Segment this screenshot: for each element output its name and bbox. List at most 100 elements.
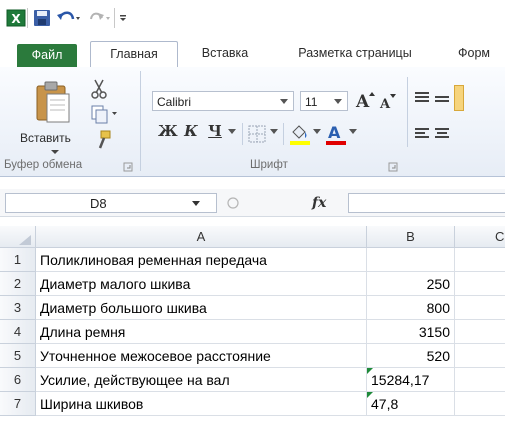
cell-b3[interactable]: 800 <box>367 296 455 320</box>
svg-text:X: X <box>11 12 21 26</box>
underline-dropdown-icon[interactable] <box>228 129 236 135</box>
cell-a5[interactable]: Уточненное межосевое расстояние <box>36 344 367 368</box>
font-name-value: Calibri <box>157 95 192 109</box>
svg-text:A: A <box>328 123 341 142</box>
cell-c6[interactable] <box>455 368 505 392</box>
column-header-c[interactable]: C <box>455 226 505 248</box>
undo-icon[interactable] <box>56 9 82 27</box>
cell-a4[interactable]: Длина ремня <box>36 320 367 344</box>
chevron-down-icon <box>280 99 288 104</box>
align-middle-icon[interactable] <box>434 92 450 108</box>
svg-text:A: A <box>379 97 391 111</box>
wrap-text-button[interactable] <box>454 85 464 111</box>
cell-b2[interactable]: 250 <box>367 272 455 296</box>
underline-button[interactable]: Ч <box>206 122 224 140</box>
spreadsheet-grid: A B C 1 Поликлиновая ременная передача 2… <box>0 226 505 441</box>
cell-a6[interactable]: Усилие, действующее на вал <box>36 368 367 392</box>
select-all-corner[interactable] <box>0 226 36 248</box>
svg-text:A: A <box>355 92 370 111</box>
formula-input[interactable] <box>348 193 505 213</box>
name-box-value: D8 <box>90 196 107 211</box>
cell-b1[interactable] <box>367 248 455 272</box>
divider <box>283 123 284 145</box>
align-left-icon[interactable] <box>414 126 430 142</box>
tab-formulas[interactable]: Форм <box>458 41 505 67</box>
cell-c7[interactable] <box>455 392 505 416</box>
cell-b7-value: 47,8 <box>371 396 399 412</box>
font-color-dropdown-icon[interactable] <box>349 129 357 135</box>
font-color-icon[interactable]: A <box>325 122 347 146</box>
quick-access-toolbar: X <box>0 0 505 34</box>
tab-page-layout[interactable]: Разметка страницы <box>285 41 425 67</box>
bold-button[interactable]: Ж <box>158 122 178 140</box>
font-size-select[interactable]: 11 <box>300 91 348 111</box>
borders-icon[interactable] <box>248 125 268 143</box>
qat-divider <box>114 8 115 28</box>
redo-icon[interactable] <box>86 9 112 27</box>
align-top-icon[interactable] <box>414 90 430 106</box>
cell-c5[interactable] <box>455 344 505 368</box>
cell-b5[interactable]: 520 <box>367 344 455 368</box>
error-indicator-icon <box>367 368 373 374</box>
increase-font-size-icon[interactable]: A <box>354 89 376 111</box>
excel-logo-icon[interactable]: X <box>6 9 26 27</box>
cell-b6-value: 15284,17 <box>371 372 430 388</box>
row-header[interactable]: 5 <box>0 344 36 368</box>
paste-dropdown-icon[interactable] <box>50 149 60 155</box>
paste-icon[interactable] <box>33 80 73 124</box>
decrease-font-size-icon[interactable]: A <box>378 91 398 111</box>
fill-color-dropdown-icon[interactable] <box>313 129 321 135</box>
select-all-icon <box>19 235 31 245</box>
clipboard-group-label: Буфер обмена <box>4 159 83 171</box>
format-painter-icon[interactable] <box>92 130 112 150</box>
insert-function-button[interactable]: fx <box>312 193 340 213</box>
column-header-a[interactable]: A <box>36 226 367 248</box>
cell-a7[interactable]: Ширина шкивов <box>36 392 367 416</box>
cell-c1[interactable] <box>455 248 505 272</box>
fill-color-icon[interactable] <box>289 122 311 146</box>
column-header-b[interactable]: B <box>367 226 455 248</box>
clipboard-launcher-icon[interactable] <box>123 162 133 172</box>
formula-bar: D8 fx <box>0 189 505 217</box>
cell-b6[interactable]: 15284,17 <box>367 368 455 392</box>
row-header[interactable]: 1 <box>0 248 36 272</box>
row-header[interactable]: 2 <box>0 272 36 296</box>
borders-dropdown-icon[interactable] <box>270 129 278 135</box>
group-separator <box>140 71 141 171</box>
copy-icon[interactable] <box>90 104 118 124</box>
error-indicator-icon <box>367 392 373 398</box>
row-header[interactable]: 7 <box>0 392 36 416</box>
row-header[interactable]: 4 <box>0 320 36 344</box>
group-separator <box>407 77 408 147</box>
italic-button[interactable]: К <box>182 122 200 140</box>
tab-file[interactable]: Файл <box>17 44 77 67</box>
font-name-select[interactable]: Calibri <box>152 91 294 111</box>
chevron-down-icon <box>334 99 342 104</box>
cell-a2[interactable]: Диаметр малого шкива <box>36 272 367 296</box>
tab-insert[interactable]: Вставка <box>190 41 260 67</box>
paste-button[interactable]: Вставить <box>20 131 71 145</box>
row-header[interactable]: 3 <box>0 296 36 320</box>
save-icon[interactable] <box>33 9 51 27</box>
row-header[interactable]: 6 <box>0 368 36 392</box>
name-box[interactable]: D8 <box>5 193 217 213</box>
font-size-value: 11 <box>305 95 318 109</box>
cell-b4[interactable]: 3150 <box>367 320 455 344</box>
ribbon-home: Вставить Буфер обмена Calibri 11 A A Ж К… <box>0 67 505 177</box>
font-launcher-icon[interactable] <box>388 162 398 172</box>
cell-c3[interactable] <box>455 296 505 320</box>
divider <box>242 123 243 145</box>
cell-b7[interactable]: 47,8 <box>367 392 455 416</box>
chevron-down-icon <box>192 201 200 206</box>
align-center-icon[interactable] <box>434 126 450 142</box>
font-group-label: Шрифт <box>250 159 288 171</box>
cell-c4[interactable] <box>455 320 505 344</box>
resize-handle-icon[interactable] <box>226 196 240 210</box>
cell-a1[interactable]: Поликлиновая ременная передача <box>36 248 367 272</box>
tab-home[interactable]: Главная <box>90 41 178 69</box>
cell-c2[interactable] <box>455 272 505 296</box>
cell-a3[interactable]: Диаметр большого шкива <box>36 296 367 320</box>
customize-qat-icon[interactable] <box>118 9 128 27</box>
ribbon-tabs: Файл Главная Вставка Разметка страницы Ф… <box>0 34 505 69</box>
cut-icon[interactable] <box>90 78 108 100</box>
